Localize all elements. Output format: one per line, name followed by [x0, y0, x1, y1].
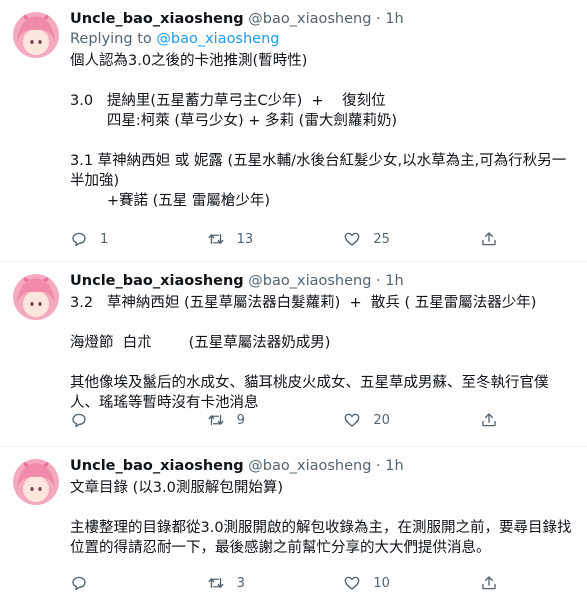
timestamp[interactable]: 1h	[385, 11, 403, 27]
share-upload-icon	[482, 232, 496, 246]
like-button[interactable]: 25	[343, 230, 443, 248]
avatar[interactable]	[13, 274, 59, 320]
like-button[interactable]: 10	[343, 574, 443, 592]
reply-button[interactable]: 1	[70, 230, 170, 248]
heart-outline-icon	[344, 576, 360, 590]
reply-mention-link[interactable]: @bao_xiaosheng	[156, 31, 279, 47]
display-name[interactable]: Uncle_bao_xiaosheng	[70, 11, 244, 27]
tweet-text-line: 3.1 草神納西妲 或 妮露 (五星水輔/水後台紅髮少女,以水草為主,可為行秋另…	[70, 153, 567, 189]
tweet-text-line: 個人認為3.0之後的卡池推測(暫時性)	[70, 53, 308, 69]
tweet-text-line: 四星:柯萊 (草弓少女) + 多莉 (雷大劍蘿莉奶)	[70, 113, 397, 129]
tweet-actions: 1 13 25	[70, 229, 500, 249]
tweet-2[interactable]: Uncle_bao_xiaosheng @bao_xiaosheng · 1h …	[0, 262, 587, 447]
tweet-text-line: 主樓整理的目錄都從3.0測服開啟的解包收錄為主，在測服開之前，要尋目錄找位置的得…	[70, 520, 572, 556]
comment-bubble-icon	[72, 413, 86, 428]
retweet-button[interactable]: 13	[207, 230, 307, 248]
tweet-header: Uncle_bao_xiaosheng @bao_xiaosheng · 1h	[70, 10, 577, 29]
share-button[interactable]	[480, 411, 500, 429]
share-upload-icon	[482, 413, 496, 427]
display-name[interactable]: Uncle_bao_xiaosheng	[70, 458, 244, 474]
tweet-text-line	[70, 71, 577, 91]
tweet-text-line	[70, 131, 577, 151]
comment-bubble-icon	[72, 576, 86, 591]
timestamp[interactable]: 1h	[385, 458, 403, 474]
like-count: 25	[373, 231, 390, 247]
replying-to-label: Replying to	[70, 31, 152, 47]
tweet-text: 個人認為3.0之後的卡池推測(暫時性) 3.0 提納里(五星蓄力草弓主C少年) …	[70, 51, 577, 211]
user-handle[interactable]: @bao_xiaosheng	[248, 273, 371, 289]
timestamp[interactable]: 1h	[385, 273, 403, 289]
retweet-count: 3	[236, 575, 245, 591]
tweet-text-line: 海燈節 白朮 (五星草屬法器奶成男)	[70, 335, 331, 351]
tweet-text-line: 3.0 提納里(五星蓄力草弓主C少年) + 復刻位	[70, 93, 386, 109]
heart-outline-icon	[344, 413, 360, 427]
share-button[interactable]	[480, 574, 500, 592]
share-upload-icon	[482, 576, 496, 590]
tweet-text-line: 文章目錄 (以3.0測服解包開始算)	[70, 480, 283, 496]
share-button[interactable]	[480, 230, 500, 248]
reply-button[interactable]	[70, 574, 170, 592]
retweet-button[interactable]: 9	[207, 411, 307, 429]
tweet-text-line: 3.2 草神納西妲 (五星草屬法器白髮蘿莉) + 散兵 ( 五星雷屬法器少年)	[70, 295, 537, 311]
like-count: 10	[373, 575, 390, 591]
reply-count: 1	[100, 231, 109, 247]
avatar[interactable]	[13, 459, 59, 505]
heart-outline-icon	[344, 232, 360, 246]
tweet-text-line	[70, 498, 577, 518]
like-button[interactable]: 20	[343, 411, 443, 429]
comment-bubble-icon	[72, 232, 86, 247]
like-count: 20	[373, 412, 390, 428]
separator-dot: ·	[376, 273, 381, 289]
tweet-header: Uncle_bao_xiaosheng @bao_xiaosheng · 1h	[70, 457, 577, 476]
tweet-text-line: 其他像埃及鬣后的水成女、貓耳桃皮火成女、五星草成男蘇、至冬執行官僕人、瑤瑤等暫時…	[70, 375, 549, 411]
tweet-text-line	[70, 353, 577, 373]
tweet-text: 文章目錄 (以3.0測服解包開始算) 主樓整理的目錄都從3.0測服開啟的解包收錄…	[70, 478, 577, 558]
reply-button[interactable]	[70, 411, 170, 429]
tweet-1[interactable]: Uncle_bao_xiaosheng @bao_xiaosheng · 1h …	[0, 0, 587, 262]
tweet-3[interactable]: Uncle_bao_xiaosheng @bao_xiaosheng · 1h …	[0, 447, 587, 607]
replying-to: Replying to @bao_xiaosheng	[70, 30, 577, 49]
user-handle[interactable]: @bao_xiaosheng	[248, 11, 371, 27]
retweet-arrows-icon	[208, 414, 224, 426]
separator-dot: ·	[376, 458, 381, 474]
retweet-count: 13	[236, 231, 254, 247]
tweet-header: Uncle_bao_xiaosheng @bao_xiaosheng · 1h	[70, 272, 577, 291]
retweet-arrows-icon	[208, 233, 224, 245]
user-handle[interactable]: @bao_xiaosheng	[248, 458, 371, 474]
retweet-arrows-icon	[208, 577, 224, 589]
display-name[interactable]: Uncle_bao_xiaosheng	[70, 273, 244, 289]
separator-dot: ·	[376, 11, 381, 27]
tweet-text-line	[70, 313, 577, 333]
tweet-actions: 3 10	[70, 573, 500, 593]
tweet-text: 3.2 草神納西妲 (五星草屬法器白髮蘿莉) + 散兵 ( 五星雷屬法器少年) …	[70, 293, 577, 413]
retweet-count: 9	[236, 412, 245, 428]
tweet-actions: 9 20	[70, 410, 500, 430]
avatar[interactable]	[13, 12, 59, 58]
tweet-text-line: +賽諾 (五星 雷屬槍少年)	[70, 193, 271, 209]
retweet-button[interactable]: 3	[207, 574, 307, 592]
